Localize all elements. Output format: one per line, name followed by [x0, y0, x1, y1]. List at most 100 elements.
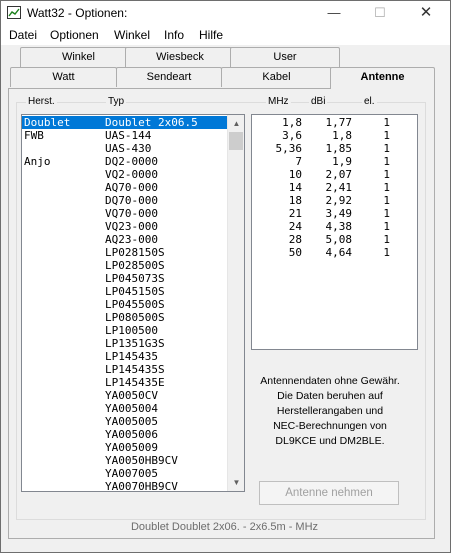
type-cell: LP028500S — [105, 259, 165, 272]
frequency-row[interactable]: 50 4,64 1 — [252, 246, 417, 259]
el-cell: 1 — [383, 220, 390, 233]
antenna-list-item[interactable]: DQ70-000 — [22, 194, 228, 207]
type-cell: VQ70-000 — [105, 207, 158, 220]
antenna-list-item[interactable]: VQ70-000 — [22, 207, 228, 220]
antenna-list-item[interactable]: LP028150S — [22, 246, 228, 259]
frequency-row[interactable]: 28 5,08 1 — [252, 233, 417, 246]
frequency-row[interactable]: 21 3,49 1 — [252, 207, 417, 220]
antenna-list-item[interactable]: AQ70-000 — [22, 181, 228, 194]
antenna-list-item[interactable]: YA005005 — [22, 415, 228, 428]
menu-hilfe[interactable]: Hilfe — [199, 28, 223, 42]
tab-wiesbeck[interactable]: Wiesbeck — [125, 47, 235, 67]
tab-user[interactable]: User — [230, 47, 340, 67]
maximize-button[interactable]: ☐ — [357, 1, 403, 25]
menu-optionen[interactable]: Optionen — [50, 28, 99, 42]
el-cell: 1 — [383, 129, 390, 142]
tab-winkel[interactable]: Winkel — [20, 47, 137, 67]
frequency-row[interactable]: 24 4,38 1 — [252, 220, 417, 233]
type-cell: LP100500 — [105, 324, 158, 337]
antenna-list-item[interactable]: LP145435 — [22, 350, 228, 363]
antenna-list-item[interactable]: LP045073S — [22, 272, 228, 285]
scroll-thumb[interactable] — [229, 132, 243, 150]
frequency-row[interactable]: 14 2,41 1 — [252, 181, 417, 194]
dbi-cell: 1,8 — [332, 129, 352, 142]
antenna-list-item[interactable]: LP100500 — [22, 324, 228, 337]
type-cell: LP045150S — [105, 285, 165, 298]
mhz-cell: 1,8 — [282, 116, 302, 129]
antenna-list-item[interactable]: YA005004 — [22, 402, 228, 415]
scroll-down-arrow[interactable]: ▼ — [228, 474, 244, 491]
antenna-list-item[interactable]: YA005009 — [22, 441, 228, 454]
frequency-row[interactable]: 3,6 1,8 1 — [252, 129, 417, 142]
list-scrollbar[interactable]: ▲ ▼ — [227, 115, 244, 491]
info-line: DL9KCE und DM2BLE. — [275, 435, 385, 447]
antenna-list-item[interactable]: VQ2-0000 — [22, 168, 228, 181]
antenna-list-item[interactable]: VQ23-000 — [22, 220, 228, 233]
antenna-list-item[interactable]: YA005006 — [22, 428, 228, 441]
el-cell: 1 — [383, 246, 390, 259]
el-cell: 1 — [383, 233, 390, 246]
close-button[interactable]: ✕ — [403, 1, 449, 25]
frequency-row[interactable]: 10 2,07 1 — [252, 168, 417, 181]
el-cell: 1 — [383, 116, 390, 129]
frequency-row[interactable]: 7 1,9 1 — [252, 155, 417, 168]
antenna-list-item[interactable]: YA0050HB9CV — [22, 454, 228, 467]
dbi-cell: 1,9 — [332, 155, 352, 168]
antenna-data-listbox[interactable]: 1,8 1,77 1 3,6 1,8 1 5,36 1,85 1 7 1,9 1 10 2,07 1 14 2,… — [251, 114, 418, 350]
menu-info[interactable]: Info — [164, 28, 184, 42]
el-cell: 1 — [383, 155, 390, 168]
header-el: el. — [362, 96, 377, 107]
type-cell: DQ2-0000 — [105, 155, 158, 168]
menu-datei[interactable]: Datei — [9, 28, 37, 42]
dbi-cell: 4,38 — [325, 220, 353, 233]
antenna-list-item[interactable]: AQ23-000 — [22, 233, 228, 246]
tab-sendeart[interactable]: Sendeart — [116, 67, 222, 87]
dbi-cell: 2,41 — [325, 181, 353, 194]
mhz-cell: 5,36 — [275, 142, 303, 155]
take-antenna-button[interactable]: Antenne nehmen — [259, 481, 399, 505]
menu-bar: Datei Optionen Winkel Info Hilfe — [1, 25, 450, 45]
info-text: Antennendaten ohne Gewähr. Die Daten beru… — [253, 374, 407, 449]
type-cell: LP1351G3S — [105, 337, 165, 350]
manufacturer-cell: Anjo — [24, 155, 51, 168]
antenna-list-item[interactable]: LP045500S — [22, 298, 228, 311]
menu-winkel[interactable]: Winkel — [114, 28, 150, 42]
header-manufacturer: Herst. — [26, 96, 57, 107]
dbi-cell: 5,08 — [325, 233, 353, 246]
tab-kabel[interactable]: Kabel — [221, 67, 332, 87]
info-line: Die Daten beruhen auf — [277, 390, 383, 402]
type-cell: VQ23-000 — [105, 220, 158, 233]
type-cell: UAS-430 — [105, 142, 152, 155]
antenna-list-item[interactable]: FWB UAS-144 — [22, 129, 228, 142]
antenna-list-item[interactable]: LP080500S — [22, 311, 228, 324]
antenna-list-item[interactable]: YA0070HB9CV — [22, 480, 228, 491]
frequency-row[interactable]: 1,8 1,77 1 — [252, 116, 417, 129]
minimize-button[interactable]: — — [311, 1, 357, 25]
type-cell: YA005004 — [105, 402, 158, 415]
tab-antenne[interactable]: Antenne — [330, 67, 435, 89]
antenna-list-item[interactable]: UAS-430 — [22, 142, 228, 155]
scroll-up-arrow[interactable]: ▲ — [228, 115, 244, 132]
type-cell: YA005009 — [105, 441, 158, 454]
tab-watt[interactable]: Watt — [10, 67, 117, 87]
antenna-list-item[interactable]: YA0050CV — [22, 389, 228, 402]
info-line: NEC-Berechnungen von — [273, 420, 387, 432]
antenna-list-item[interactable]: LP028500S — [22, 259, 228, 272]
header-mhz: MHz — [266, 96, 291, 107]
antenna-list-item[interactable]: YA007005 — [22, 467, 228, 480]
antenna-list-item[interactable]: LP045150S — [22, 285, 228, 298]
type-cell: AQ23-000 — [105, 233, 158, 246]
antenna-listbox[interactable]: YA0070HB9CV YA007005 YA0050HB9CV YA005009 YA… — [21, 114, 245, 492]
manufacturer-cell: FWB — [24, 129, 44, 142]
frequency-row[interactable]: 5,36 1,85 1 — [252, 142, 417, 155]
antenna-list-item[interactable]: Anjo DQ2-0000 — [22, 155, 228, 168]
window-title: Watt32 - Optionen: — [27, 6, 128, 20]
dbi-cell: 3,49 — [325, 207, 353, 220]
frequency-row[interactable]: 18 2,92 1 — [252, 194, 417, 207]
type-cell: YA005005 — [105, 415, 158, 428]
type-cell: DQ70-000 — [105, 194, 158, 207]
antenna-list-item[interactable]: LP145435S — [22, 363, 228, 376]
antenna-list-item[interactable]: LP1351G3S — [22, 337, 228, 350]
antenna-list-item[interactable]: Doublet Doublet 2x06.5 — [22, 116, 228, 129]
antenna-list-item[interactable]: LP145435E — [22, 376, 228, 389]
